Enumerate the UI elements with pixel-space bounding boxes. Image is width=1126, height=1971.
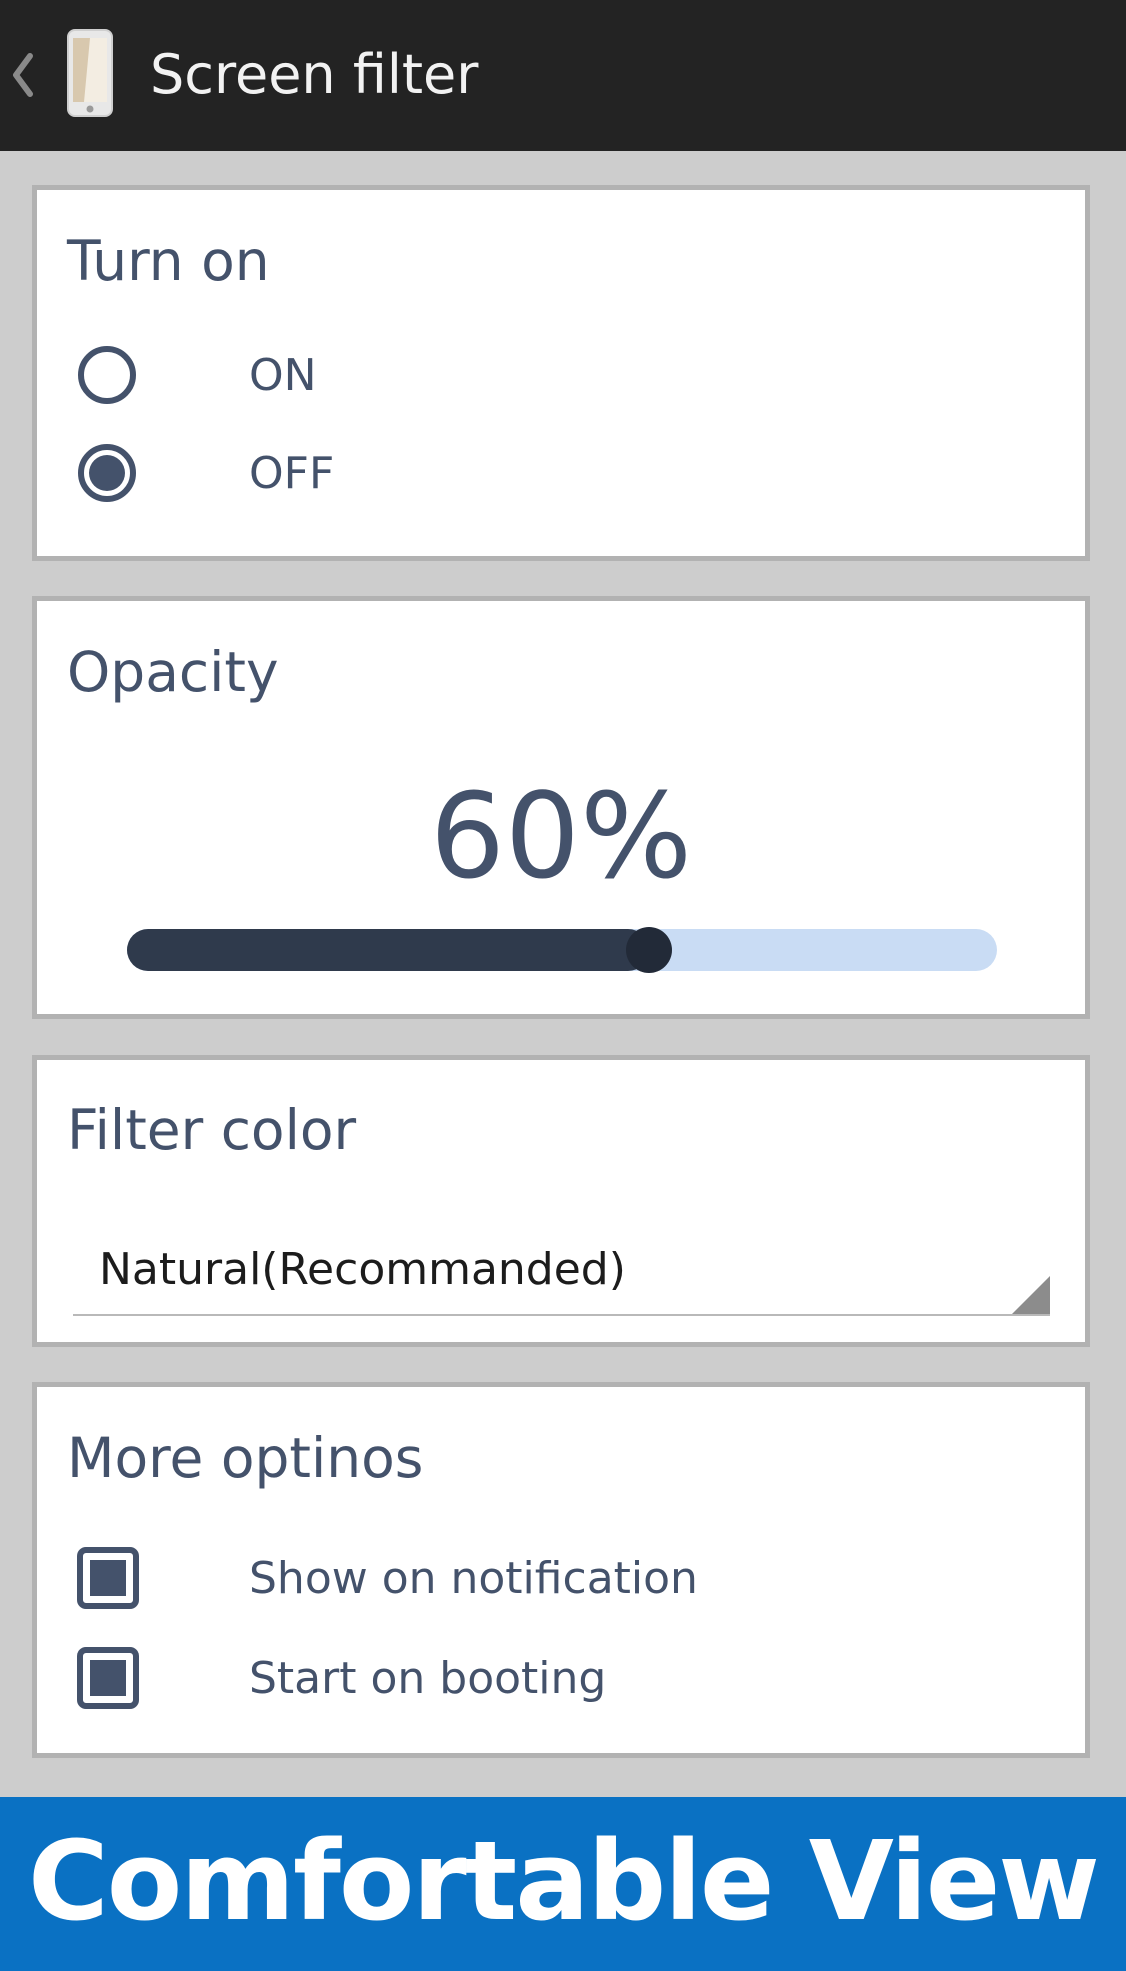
radio-on-label: ON (249, 350, 317, 401)
checkbox-show-on-notification[interactable]: Show on notification (77, 1545, 977, 1611)
back-chevron-icon[interactable] (10, 48, 36, 103)
slider-fill (127, 929, 649, 971)
checkbox-checked-icon[interactable] (77, 1547, 139, 1609)
radio-unselected-icon[interactable] (77, 345, 137, 405)
show-on-notification-label: Show on notification (249, 1553, 698, 1604)
promo-banner: Comfortable View (0, 1797, 1126, 1971)
radio-off-label: OFF (249, 448, 335, 499)
filter-color-selected: Natural(Recommanded) (99, 1244, 626, 1295)
opacity-title: Opacity (67, 640, 279, 704)
action-bar: Screen filter (0, 0, 1126, 151)
dropdown-corner-icon (1012, 1276, 1050, 1314)
turn-on-title: Turn on (67, 229, 270, 293)
filter-color-dropdown[interactable]: Natural(Recommanded) (73, 1230, 1050, 1316)
slider-thumb[interactable] (626, 927, 672, 973)
radio-on[interactable]: ON (77, 342, 977, 408)
filter-color-card: Filter color Natural(Recommanded) (32, 1055, 1090, 1347)
banner-text: Comfortable View (28, 1817, 1100, 1945)
more-options-title: More optinos (67, 1426, 424, 1490)
radio-off[interactable]: OFF (77, 440, 977, 506)
turn-on-card: Turn on ON OFF (32, 185, 1090, 561)
start-on-booting-label: Start on booting (249, 1653, 607, 1704)
page-title: Screen filter (150, 43, 479, 106)
checkbox-checked-icon[interactable] (77, 1647, 139, 1709)
opacity-card: Opacity 60% (32, 596, 1090, 1019)
radio-selected-icon[interactable] (77, 443, 137, 503)
opacity-value: 60% (429, 767, 693, 905)
phone-filter-icon (67, 29, 113, 117)
checkbox-start-on-booting[interactable]: Start on booting (77, 1645, 977, 1711)
filter-color-title: Filter color (67, 1098, 357, 1162)
more-options-card: More optinos Show on notification Start … (32, 1382, 1090, 1758)
opacity-slider[interactable] (127, 927, 997, 973)
